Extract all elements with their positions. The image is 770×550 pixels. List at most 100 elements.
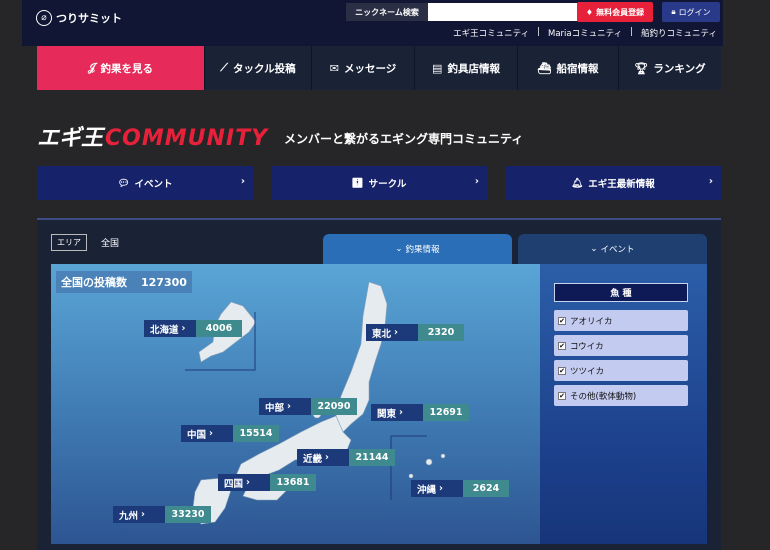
region-count: 2624 (463, 480, 509, 497)
nav-label: 釣具店情報 (447, 62, 500, 75)
region-hokkaido[interactable]: 北海道 › 4006 (144, 320, 242, 337)
latest-info-button[interactable]: 🔔︎ エギ王最新情報 › (505, 166, 721, 200)
person-icon: 🚹︎ (351, 177, 364, 189)
region-name: 沖縄 (417, 484, 437, 496)
nickname-search-input[interactable] (428, 3, 592, 21)
top-header: ⌀ つりサミット ニックネーム検索 ♦ 無料会員登録 🔒︎ ログイン エギ王コミ… (22, 0, 723, 46)
divider: | (537, 27, 541, 37)
region-count: 21144 (349, 449, 395, 466)
chat-icon: 💬︎ (117, 177, 130, 189)
fish-checkbox-other[interactable]: ✔ その他(軟体動物) (554, 385, 688, 406)
shop-icon: ▤ (432, 61, 443, 75)
area-value[interactable]: 全国 (101, 236, 119, 249)
region-count: 13681 (270, 474, 316, 491)
total-value: 127300 (141, 275, 187, 289)
divider: | (630, 27, 633, 37)
region-count: 2320 (418, 324, 464, 341)
checkbox-checked-icon: ✔ (558, 366, 566, 375)
envelope-icon: ✉ (329, 61, 339, 75)
nav-label: 釣果を見る (100, 62, 154, 75)
region-chubu[interactable]: 中部 › 22090 (259, 398, 357, 415)
tab-label: 釣果情報 (405, 245, 440, 255)
bell-icon: 🔔︎ (571, 177, 584, 189)
nav-message[interactable]: ✉ メッセージ (311, 46, 414, 90)
lock-icon: 🔒︎ (671, 7, 676, 16)
nav-catch-results[interactable]: 𝒥 釣果を見る (37, 46, 204, 90)
total-posts: 全国の投稿数 127300 (56, 271, 192, 293)
region-name: 近畿 (303, 453, 323, 465)
rod-icon: ⟋ (220, 61, 228, 74)
nav-label: ランキング (653, 62, 706, 75)
fish-checkbox-kouika[interactable]: ✔ コウイカ (554, 335, 688, 356)
nav-tackle-shop[interactable]: ▤ 釣具店情報 (414, 46, 517, 90)
brand-community: COMMUNITY (105, 126, 269, 151)
signup-label: 無料会員登録 (596, 7, 645, 17)
hook-icon: 𝒥 (87, 61, 96, 74)
checkbox-checked-icon: ✔ (558, 391, 566, 400)
fish-checkbox-tsutsuika[interactable]: ✔ ツツイカ (554, 360, 688, 381)
region-count: 4006 (196, 320, 242, 337)
community-links: エギ王コミュニティ | Mariaコミュニティ | 船釣りコミュニティ (453, 27, 717, 39)
chevron-right-icon: › (474, 176, 479, 187)
circle-button[interactable]: 🚹︎ サークル › (271, 166, 487, 200)
nickname-search-button[interactable]: ニックネーム検索 (346, 3, 428, 21)
results-panel: エリア 全国 ⌄ 釣果情報 ⌄ イベント 全国の投稿数 127300 北海道 ›… (37, 218, 721, 550)
chevron-right-icon: › (394, 327, 398, 338)
region-count: 15514 (233, 425, 279, 442)
tab-catch-info[interactable]: ⌄ 釣果情報 (323, 234, 512, 264)
fish-label: その他(軟体動物) (570, 391, 637, 402)
fish-type-filter: 魚 種 ✔ アオリイカ ✔ コウイカ ✔ ツツイカ ✔ その他(軟体動物) (540, 264, 707, 544)
nav-boat-info[interactable]: ⛴ 船宿情報 (517, 46, 618, 90)
chevron-right-icon: › (141, 509, 145, 520)
site-logo[interactable]: ⌀ つりサミット (36, 10, 122, 26)
region-kyushu[interactable]: 九州 › 33230 (113, 506, 211, 523)
community-link-maria[interactable]: Mariaコミュニティ (548, 27, 622, 39)
boat-icon: ⛴ (537, 61, 552, 75)
region-count: 12691 (423, 404, 469, 421)
fish-checkbox-aoriika[interactable]: ✔ アオリイカ (554, 310, 688, 331)
nav-label: タックル投稿 (233, 62, 296, 75)
region-name: 東北 (372, 328, 392, 340)
region-okinawa[interactable]: 沖縄 › 2624 (411, 480, 509, 497)
community-link-boat[interactable]: 船釣りコミュニティ (641, 27, 717, 39)
chevron-right-icon: › (708, 176, 713, 187)
login-button[interactable]: 🔒︎ ログイン (662, 2, 720, 22)
region-name: 中国 (187, 429, 207, 441)
total-label: 全国の投稿数 (61, 276, 127, 289)
region-tohoku[interactable]: 東北 › 2320 (366, 324, 464, 341)
trophy-icon: 🏆︎ (634, 61, 649, 75)
japan-map: 全国の投稿数 127300 北海道 › 4006 東北 › 2320 中部 › 220… (51, 264, 540, 544)
event-label: イベント (134, 179, 173, 190)
logo-text: つりサミット (56, 12, 122, 25)
tab-label: イベント (600, 245, 635, 255)
region-name: 北海道 (150, 324, 179, 336)
chevron-right-icon: › (325, 452, 329, 463)
region-count: 22090 (311, 398, 357, 415)
signup-icon: ♦ (585, 7, 594, 17)
main-nav: 𝒥 釣果を見る ⟋ タックル投稿 ✉ メッセージ ▤ 釣具店情報 ⛴ 船宿情報 … (37, 46, 721, 90)
region-kinki[interactable]: 近畿 › 21144 (297, 449, 395, 466)
community-link-egi[interactable]: エギ王コミュニティ (453, 27, 529, 39)
region-shikoku[interactable]: 四国 › 13681 (218, 474, 316, 491)
logo-hook-icon: ⌀ (36, 10, 52, 26)
region-kanto[interactable]: 関東 › 12691 (371, 404, 469, 421)
area-tag: エリア (51, 234, 87, 251)
event-button[interactable]: 💬︎ イベント › (37, 166, 253, 200)
fish-label: コウイカ (570, 341, 604, 352)
chevron-right-icon: › (399, 407, 403, 418)
signup-button[interactable]: ♦ 無料会員登録 (577, 2, 653, 22)
fish-type-heading: 魚 種 (554, 283, 688, 302)
brand-title: エギ王 COMMUNITY (37, 120, 268, 152)
nav-tackle-post[interactable]: ⟋ タックル投稿 (204, 46, 311, 90)
checkbox-checked-icon: ✔ (558, 341, 566, 350)
fish-label: アオリイカ (570, 316, 613, 327)
tab-event[interactable]: ⌄ イベント (518, 234, 707, 264)
nav-label: メッセージ (343, 62, 397, 75)
region-chugoku[interactable]: 中国 › 15514 (181, 425, 279, 442)
region-name: 中部 (265, 402, 285, 414)
chevron-right-icon: › (439, 483, 443, 494)
chevron-down-icon: ⌄ (395, 244, 403, 254)
login-label: ログイン (678, 7, 711, 17)
region-name: 関東 (377, 408, 397, 420)
nav-ranking[interactable]: 🏆︎ ランキング (618, 46, 721, 90)
